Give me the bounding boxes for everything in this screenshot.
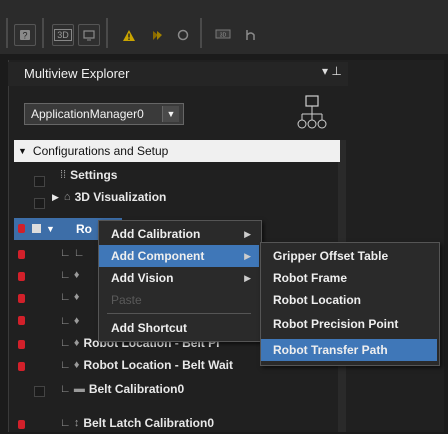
tree-item-label: Robot Location - Belt Wait — [83, 358, 233, 372]
tree-connector: ∟ ∟ — [60, 247, 85, 259]
tree-connector: ⁞⁞ — [60, 169, 67, 181]
menu-item-label: Paste — [111, 293, 142, 307]
checkbox[interactable] — [34, 386, 45, 397]
custom-icon[interactable] — [240, 24, 262, 46]
toolbar-separator — [200, 18, 202, 48]
error-icon — [18, 250, 25, 259]
submenu-arrow-icon: ▶ — [244, 272, 251, 283]
tree-connector: ∟ ♦ — [60, 291, 80, 303]
3d-view-icon[interactable]: 3D — [52, 24, 74, 46]
menu-item-add-shortcut[interactable]: Add Shortcut — [99, 317, 259, 339]
tree-item-belt-calibration[interactable]: ∟ ▬ Belt Calibration0 — [60, 378, 330, 400]
tree-connector: ∟ ♦ — [60, 359, 80, 371]
pane-title: Multiview Explorer — [24, 66, 130, 81]
submenu-item-robot-transfer-path[interactable]: Robot Transfer Path — [261, 339, 437, 361]
submenu-item-robot-precision-point[interactable]: Robot Precision Point — [261, 313, 437, 335]
submenu-item-label: Robot Transfer Path — [273, 343, 388, 357]
tree-item-belt-latch[interactable]: ∟ ↕ Belt Latch Calibration0 — [60, 412, 330, 434]
controller-select[interactable]: ApplicationManager0 ▼ — [24, 103, 184, 125]
expand-down-icon[interactable]: ▼ — [18, 146, 27, 156]
menu-item-label: Add Component — [111, 249, 205, 263]
tree-item-3d-visualization[interactable]: ▶ ⌂ 3D Visualization — [52, 186, 382, 208]
tree-item-label: Belt Calibration0 — [88, 382, 185, 396]
tree-item-label: Ro — [76, 222, 92, 236]
tree-connector: ∟ ♦ — [60, 337, 80, 349]
menu-item-label: Add Shortcut — [111, 321, 187, 335]
build-icon[interactable] — [146, 24, 168, 46]
expand-right-icon[interactable]: ▶ — [52, 192, 59, 203]
tree-item-settings[interactable]: ⁞⁞ Settings — [60, 164, 390, 186]
menu-item-paste[interactable]: Paste — [99, 289, 259, 311]
toolbar-separator — [6, 18, 8, 48]
tree-item-label: Settings — [70, 168, 118, 182]
checkbox[interactable] — [34, 198, 45, 209]
tree-item-label: Belt Latch Calibration0 — [83, 416, 215, 430]
checkbox[interactable] — [32, 224, 41, 233]
error-icon — [18, 224, 25, 233]
svg-text:?: ? — [22, 31, 27, 41]
submenu-item-robot-frame[interactable]: Robot Frame — [261, 267, 437, 289]
help-icon[interactable]: ? — [14, 24, 36, 46]
main-toolbar: ? 3D 3D — [0, 0, 448, 54]
submenu-item-label: Gripper Offset Table — [273, 249, 389, 263]
expand-down-icon[interactable]: ▼ — [46, 224, 55, 234]
submenu-item-label: Robot Precision Point — [273, 317, 399, 331]
menu-item-add-component[interactable]: Add Component ▶ — [99, 245, 259, 267]
tree-connector: ∟ ▬ — [60, 383, 85, 395]
error-icon — [18, 362, 25, 371]
context-menu: Add Calibration ▶ Add Component ▶ Add Vi… — [98, 220, 262, 342]
add-component-submenu: Gripper Offset Table Robot Frame Robot L… — [260, 242, 440, 366]
submenu-item-robot-location[interactable]: Robot Location — [261, 289, 437, 311]
error-icon — [18, 340, 25, 349]
submenu-item-label: Robot Frame — [273, 271, 348, 285]
tree-connector: ∟ ♦ — [60, 269, 80, 281]
submenu-item-gripper-offset-table[interactable]: Gripper Offset Table — [261, 245, 437, 267]
checkbox[interactable] — [34, 176, 45, 187]
hierarchy-icon[interactable] — [296, 94, 328, 132]
tree-connector: ∟ ♦ — [60, 315, 80, 327]
refresh-icon[interactable] — [172, 24, 194, 46]
submenu-arrow-icon: ▶ — [244, 228, 251, 239]
chevron-down-icon[interactable]: ▼ — [162, 106, 179, 122]
3d-view-label: 3D — [54, 29, 72, 41]
menu-item-label: Add Vision — [111, 271, 174, 285]
submenu-arrow-icon: ▶ — [244, 250, 251, 261]
menu-separator — [107, 313, 251, 314]
svg-text:3D: 3D — [220, 33, 227, 39]
controller-value: ApplicationManager0 — [31, 107, 144, 121]
error-icon — [18, 316, 25, 325]
toolbar-separator — [42, 18, 44, 48]
pin-icon[interactable]: ▾ ⊥ — [322, 64, 342, 78]
error-icon — [18, 294, 25, 303]
display-icon[interactable] — [78, 24, 100, 46]
cube-icon: ⌂ — [63, 191, 71, 203]
warning-icon[interactable] — [118, 24, 140, 46]
menu-item-label: Add Calibration — [111, 227, 201, 241]
tree-item-configurations[interactable]: ▼ Configurations and Setup — [14, 140, 340, 162]
tree-item-label: 3D Visualization — [74, 190, 167, 204]
menu-item-add-calibration[interactable]: Add Calibration ▶ — [99, 223, 259, 245]
menu-item-add-vision[interactable]: Add Vision ▶ — [99, 267, 259, 289]
toolbar-separator — [106, 18, 108, 48]
error-icon — [18, 272, 25, 281]
monitor-icon[interactable]: 3D — [212, 24, 234, 46]
tree-connector: ∟ ↕ — [60, 417, 80, 429]
error-icon — [18, 420, 25, 429]
tree-item-label: Configurations and Setup — [32, 144, 169, 158]
submenu-item-label: Robot Location — [273, 293, 361, 307]
